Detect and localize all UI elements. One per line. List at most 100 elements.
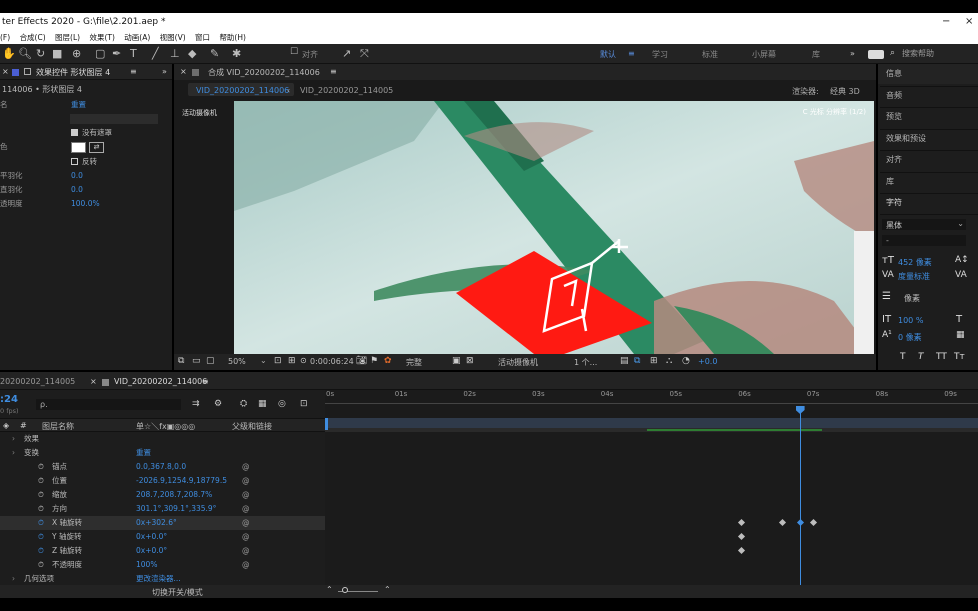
allcaps-button[interactable]: TT <box>936 352 947 362</box>
rotate-tool-icon[interactable]: ↻ <box>36 47 45 60</box>
panel-character[interactable]: 字符 <box>886 197 902 208</box>
renderer-value[interactable]: 经典 3D <box>830 86 860 97</box>
current-time[interactable]: :24 <box>0 394 18 405</box>
toggle-switches-modes[interactable]: 切换开关/模式 <box>152 587 203 598</box>
work-area-bar[interactable] <box>325 418 978 432</box>
keyframe[interactable] <box>738 518 746 527</box>
clone-stamp-tool-icon[interactable]: ⊥ <box>170 47 180 60</box>
panel-collapse-icon[interactable]: » <box>162 67 167 76</box>
invert-checkbox[interactable] <box>71 158 78 165</box>
flowchart-icon[interactable]: ⛬ <box>666 356 672 366</box>
timeline-close-icon[interactable]: × <box>90 377 97 386</box>
stopwatch-icon[interactable]: ⏱ <box>38 488 44 502</box>
expression-pickwhip-icon[interactable]: @ <box>242 544 250 558</box>
snapping-checkbox-icon[interactable]: ☐ <box>290 47 298 57</box>
baseline-value[interactable]: 0 像素 <box>898 332 922 343</box>
shy-layers-icon[interactable]: ⛭ <box>240 399 247 409</box>
type-tool-icon[interactable]: T <box>130 47 137 60</box>
workspace-standard[interactable]: 标准 <box>702 49 718 60</box>
layer-name-header[interactable]: 图层名称 <box>42 421 74 432</box>
workspace-libraries[interactable]: 库 <box>812 49 820 60</box>
stopwatch-icon[interactable]: ⏱ <box>38 544 44 558</box>
eyedropper-icon[interactable]: ⇄ <box>89 142 104 153</box>
pen-tool-icon[interactable]: ✒ <box>112 47 121 60</box>
close-comp-icon[interactable]: × <box>180 67 187 76</box>
brush-tool-icon[interactable]: ╱ <box>152 47 159 60</box>
comp-menu-icon[interactable]: ≡ <box>330 67 337 76</box>
search-toggle-icon[interactable] <box>868 50 884 59</box>
timeline-row[interactable]: › 几何选项 更改渲染器... <box>0 572 325 586</box>
snap-arrow-icon[interactable]: ↗ <box>342 47 351 60</box>
menu-animation[interactable]: 动画(A) <box>124 33 150 42</box>
exposure-value[interactable]: +0.0 <box>698 357 717 366</box>
timeline-search[interactable]: ρ. <box>36 399 181 410</box>
frame-blending-icon[interactable]: ▦ <box>258 399 267 409</box>
expression-pickwhip-icon[interactable]: @ <box>242 530 250 544</box>
stopwatch-icon[interactable]: ⏱ <box>38 530 44 544</box>
property-value[interactable]: 重置 <box>136 446 151 460</box>
playhead[interactable] <box>795 406 805 586</box>
effect-controls-tab[interactable]: 效果控件 形状图层 4 <box>36 67 110 78</box>
mask-visibility-icon[interactable]: ▢ <box>206 356 215 366</box>
lock-icon[interactable] <box>24 68 31 75</box>
panel-align[interactable]: 对齐 <box>886 154 902 165</box>
menu-composition[interactable]: 合成(C) <box>20 33 46 42</box>
timeline-row[interactable]: › 效果 <box>0 432 325 446</box>
pan-behind-tool-icon[interactable]: ⊕ <box>72 47 81 60</box>
timeline-row[interactable]: ⏱ 锚点 0.0,367.8,0.0 @ <box>0 460 325 474</box>
property-value[interactable]: 更改渲染器... <box>136 572 181 586</box>
property-value[interactable]: 208.7,208.7,208.7% <box>136 488 212 502</box>
zoom-select[interactable]: 50% <box>228 357 246 366</box>
workspace-learn[interactable]: 学习 <box>652 49 668 60</box>
panel-preview[interactable]: 预览 <box>886 111 902 122</box>
timeline-row[interactable]: ⏱ 方向 301.1°,309.1°,335.9° @ <box>0 502 325 516</box>
hand-tool-icon[interactable]: ✋ <box>2 47 16 60</box>
panel-effects-presets[interactable]: 效果和预设 <box>886 133 926 144</box>
timeline-row[interactable]: ⏱ 位置 -2026.9,1254.9,18779.5 @ <box>0 474 325 488</box>
keyframe[interactable] <box>810 518 818 527</box>
region-icon[interactable]: ▣ <box>452 356 461 366</box>
work-area-start-handle[interactable] <box>325 418 328 430</box>
reset-exposure-icon[interactable]: ◔ <box>682 356 690 366</box>
views-select[interactable]: 1 个... <box>574 357 597 368</box>
property-value[interactable]: 0x+302.6° <box>136 516 177 530</box>
expression-pickwhip-icon[interactable]: @ <box>242 488 250 502</box>
show-snapshot-icon[interactable]: ⚑ <box>370 356 378 366</box>
roto-brush-tool-icon[interactable]: ✎ <box>210 47 219 60</box>
vertical-scale-value[interactable]: 100 % <box>898 316 923 325</box>
panel-info[interactable]: 信息 <box>886 68 902 79</box>
zoom-dropdown-icon[interactable]: ⌄ <box>260 356 267 365</box>
monitor-icon[interactable]: ▭ <box>192 356 201 366</box>
zoom-tool-icon[interactable]: 🔍︎ <box>18 47 32 60</box>
timeline-row[interactable]: ⏱ 缩放 208.7,208.7,208.7% @ <box>0 488 325 502</box>
menu-layer[interactable]: 图层(L) <box>55 33 80 42</box>
font-size-value[interactable]: 452 像素 <box>898 257 932 268</box>
twirl-arrow-icon[interactable]: › <box>12 446 15 460</box>
timeline-icon[interactable]: ⊞ <box>650 356 658 366</box>
close-panel-icon[interactable]: × <box>2 67 9 76</box>
graph-editor-icon[interactable]: ⊡ <box>300 399 308 409</box>
transparency-grid-icon[interactable]: ⊠ <box>466 356 474 366</box>
timeline-row[interactable]: ⏱ 不透明度 100% @ <box>0 558 325 572</box>
keyframe[interactable] <box>738 546 746 555</box>
property-value[interactable]: 0x+0.0° <box>136 530 167 544</box>
always-preview-icon[interactable]: ⧉ <box>178 356 184 366</box>
rectangle-tool-icon[interactable]: ▢ <box>95 47 105 60</box>
comp-tab-back-icon[interactable]: ‹ <box>287 86 290 95</box>
workspace-default[interactable]: 默认 <box>600 49 616 60</box>
menu-window[interactable]: 窗口 <box>195 33 210 42</box>
opacity-value[interactable]: 100.0% <box>71 197 100 211</box>
composition-tab[interactable]: 合成 VID_20200202_114006 <box>208 67 320 78</box>
stopwatch-icon[interactable]: ⏱ <box>38 474 44 488</box>
property-value[interactable]: 0.0,367.8,0.0 <box>136 460 186 474</box>
bold-button[interactable]: T <box>900 352 906 362</box>
keyframe-area[interactable] <box>325 432 978 586</box>
viewer-timecode[interactable]: 0:00:06:24 <box>310 357 354 366</box>
stopwatch-icon[interactable]: ⏱ <box>38 460 44 474</box>
font-family-select[interactable]: 黑体 ⌄ <box>882 219 966 230</box>
expression-pickwhip-icon[interactable]: @ <box>242 460 250 474</box>
snapshot-icon[interactable]: 📷︎ <box>356 356 367 366</box>
kerning-value[interactable]: 度量标准 <box>898 271 930 282</box>
panel-libraries[interactable]: 库 <box>886 176 894 187</box>
menu-help[interactable]: 帮助(H) <box>219 33 246 42</box>
